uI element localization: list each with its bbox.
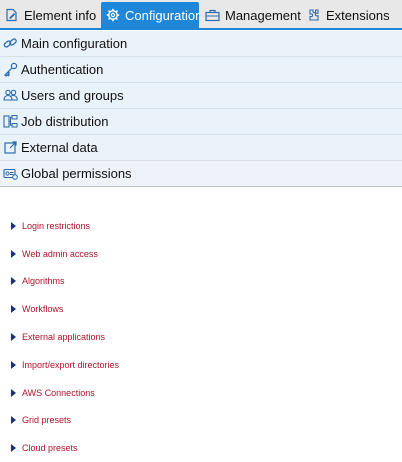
tab-label: Configuration <box>125 7 203 23</box>
expand-triangle-icon[interactable] <box>11 416 16 425</box>
list-item-grid-presets[interactable]: Grid presets <box>0 407 402 435</box>
permissions-list: Login restrictions Web admin access Algo… <box>0 212 402 462</box>
expand-triangle-icon[interactable] <box>11 333 16 342</box>
external-data-icon <box>3 140 18 155</box>
tab-label: Management <box>225 7 301 23</box>
list-item-cloud-presets[interactable]: Cloud presets <box>0 434 402 462</box>
expand-triangle-icon[interactable] <box>11 305 16 314</box>
list-item-label: External applications <box>22 332 106 343</box>
section-label: Global permissions <box>21 166 132 181</box>
expand-triangle-icon[interactable] <box>11 360 16 369</box>
list-item-web-admin-access[interactable]: Web admin access <box>0 240 402 268</box>
tab-extensions[interactable]: Extensions <box>302 2 402 28</box>
list-item-label: AWS Connections <box>22 387 95 398</box>
list-item-label: Algorithms <box>22 276 65 287</box>
section-label: Authentication <box>21 62 104 77</box>
section-label: Job distribution <box>21 114 109 129</box>
list-item-external-applications[interactable]: External applications <box>0 323 402 351</box>
link-chain-icon <box>3 36 18 51</box>
tab-configuration[interactable]: Configuration <box>101 2 203 28</box>
tab-bar: Element info Configuration Management Ex… <box>0 0 402 30</box>
list-item-label: Login restrictions <box>22 220 91 231</box>
tab-element-info[interactable]: Element info <box>0 2 100 28</box>
section-label: Main configuration <box>21 36 128 51</box>
global-permissions-icon <box>3 166 18 181</box>
list-item-algorithms[interactable]: Algorithms <box>0 268 402 296</box>
list-item-label: Web admin access <box>22 248 98 259</box>
toolbox-icon <box>205 8 220 22</box>
list-item-label: Cloud presets <box>22 443 78 454</box>
expand-triangle-icon[interactable] <box>11 444 16 453</box>
list-item-login-restrictions[interactable]: Login restrictions <box>0 212 402 240</box>
tab-label: Element info <box>24 7 97 23</box>
section-label: Users and groups <box>21 88 124 103</box>
section-users-and-groups[interactable]: Users and groups <box>0 83 402 109</box>
list-item-workflows[interactable]: Workflows <box>0 295 402 323</box>
gear-icon <box>106 8 120 22</box>
section-job-distribution[interactable]: Job distribution <box>0 109 402 135</box>
network-distribution-icon <box>3 114 18 129</box>
section-main-configuration[interactable]: Main configuration <box>0 31 402 57</box>
puzzle-icon <box>307 8 321 22</box>
list-item-label: Grid presets <box>22 415 72 426</box>
configuration-sections: Main configuration Authentication Users … <box>0 31 402 187</box>
expand-triangle-icon[interactable] <box>11 388 16 397</box>
tab-management[interactable]: Management <box>200 2 301 28</box>
edit-document-icon <box>5 8 19 22</box>
list-item-import-export-directories[interactable]: Import/export directories <box>0 351 402 379</box>
expand-triangle-icon[interactable] <box>11 221 16 230</box>
expand-triangle-icon[interactable] <box>11 277 16 286</box>
section-global-permissions[interactable]: Global permissions <box>0 161 402 187</box>
list-item-aws-connections[interactable]: AWS Connections <box>0 379 402 407</box>
section-external-data[interactable]: External data <box>0 135 402 161</box>
expand-triangle-icon[interactable] <box>11 249 16 258</box>
key-icon <box>3 62 18 77</box>
list-item-label: Workflows <box>22 304 64 315</box>
list-item-label: Import/export directories <box>22 359 120 370</box>
tab-label: Extensions <box>326 7 390 23</box>
section-authentication[interactable]: Authentication <box>0 57 402 83</box>
users-icon <box>3 88 18 103</box>
section-label: External data <box>21 140 98 155</box>
